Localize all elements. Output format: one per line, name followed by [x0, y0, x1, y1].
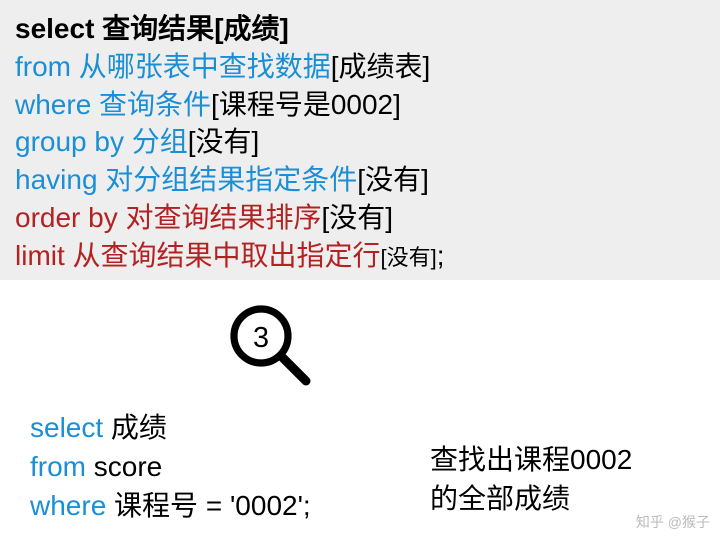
kw-limit: limit [15, 240, 65, 271]
txt-where2: 课程号 = '0002'; [106, 490, 310, 521]
line-where: where 查询条件[课程号是0002] [15, 86, 705, 124]
kw-from: from [15, 51, 71, 82]
bracket-select: [成绩] [214, 13, 289, 44]
result-where: where 课程号 = '0002'; [30, 486, 311, 525]
txt-orderby: 对查询结果排序 [118, 202, 322, 233]
txt-select2: 成绩 [103, 412, 167, 443]
bracket-having: [没有] [357, 164, 429, 195]
magnifier-icon: 3 [225, 300, 315, 390]
bracket-from: [成绩表] [331, 51, 431, 82]
txt-from: 从哪张表中查找数据 [71, 51, 331, 82]
explanation-block: 查找出课程0002 的全部成绩 [430, 440, 632, 518]
kw-from2: from [30, 451, 86, 482]
explanation-line1: 查找出课程0002 [430, 440, 632, 479]
explanation-line2: 的全部成绩 [430, 479, 632, 518]
result-select: select 成绩 [30, 408, 311, 447]
line-having: having 对分组结果指定条件[没有] [15, 161, 705, 199]
txt-having: 对分组结果指定条件 [98, 164, 358, 195]
kw-having: having [15, 164, 98, 195]
txt-limit: 从查询结果中取出指定行 [65, 240, 381, 271]
kw-where2: where [30, 490, 106, 521]
kw-groupby: group by [15, 126, 124, 157]
txt-where: 查询条件 [91, 89, 211, 120]
txt-select: 查询结果 [94, 13, 214, 44]
bracket-orderby: [没有] [322, 202, 394, 233]
line-select: select 查询结果[成绩] [15, 10, 705, 48]
kw-where: where [15, 89, 91, 120]
line-limit: limit 从查询结果中取出指定行[没有]; [15, 237, 705, 275]
kw-select2: select [30, 412, 103, 443]
bracket-where: [课程号是0002] [211, 89, 401, 120]
bracket-limit: [没有] [381, 245, 437, 270]
line-from: from 从哪张表中查找数据[成绩表] [15, 48, 705, 86]
kw-orderby: order by [15, 202, 118, 233]
semicolon: ; [437, 240, 445, 271]
sql-template-block: select 查询结果[成绩] from 从哪张表中查找数据[成绩表] wher… [0, 0, 720, 280]
kw-select: select [15, 13, 94, 44]
watermark: 知乎 @猴子 [636, 512, 710, 532]
line-orderby: order by 对查询结果排序[没有] [15, 199, 705, 237]
txt-groupby: 分组 [124, 126, 188, 157]
result-from: from score [30, 447, 311, 486]
txt-from2: score [86, 451, 162, 482]
step-number: 3 [253, 322, 269, 354]
bracket-groupby: [没有] [188, 126, 260, 157]
line-groupby: group by 分组[没有] [15, 123, 705, 161]
sql-result-block: select 成绩 from score where 课程号 = '0002'; [30, 408, 311, 526]
